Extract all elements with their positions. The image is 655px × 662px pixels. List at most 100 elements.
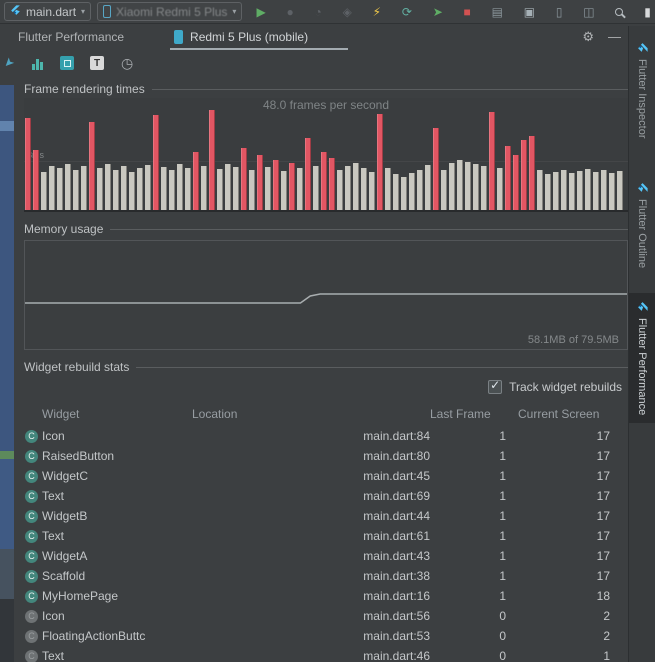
rebuild-table-body: C Icon main.dart:84 1 17 C RaisedButton … — [16, 426, 628, 662]
frame-bar — [473, 164, 479, 210]
cell-last-frame: 0 — [430, 609, 518, 623]
tab-device-label: Redmi 5 Plus (mobile) — [190, 30, 308, 44]
class-icon: C — [25, 430, 38, 443]
dock-tab-flutter-outline[interactable]: Flutter Outline — [629, 174, 655, 276]
class-icon: C — [25, 590, 38, 603]
flutter-icon — [10, 5, 21, 16]
device-manager-icon[interactable]: ▤ — [492, 6, 503, 18]
settings-gear-icon[interactable]: ⚙ — [582, 29, 594, 45]
track-rebuilds-checkbox[interactable] — [488, 380, 502, 394]
hot-restart-icon[interactable]: ⟳ — [402, 6, 412, 18]
cell-widget: WidgetA — [42, 549, 192, 563]
table-row[interactable]: C Text main.dart:61 1 17 — [16, 526, 628, 546]
hot-reload-icon[interactable]: ⚡ — [373, 6, 381, 18]
frame-bar — [257, 155, 263, 210]
class-icon: C — [25, 510, 38, 523]
coverage-icon[interactable]: ◈ — [343, 6, 352, 18]
frame-bar — [553, 172, 559, 210]
table-row[interactable]: C Text main.dart:46 0 1 — [16, 646, 628, 662]
device-mirror-icon[interactable]: ▯ — [556, 6, 563, 18]
cell-current-screen: 1 — [518, 649, 622, 662]
dock-tab-flutter-inspector[interactable]: Flutter Inspector — [629, 34, 655, 146]
frame-bar — [81, 166, 87, 210]
frame-bar — [529, 136, 535, 210]
frame-bar — [241, 148, 247, 210]
repaint-rainbow-icon[interactable] — [60, 56, 74, 70]
cell-location: main.dart:53 — [192, 629, 430, 643]
flutter-icon — [10, 5, 21, 19]
memory-section-title: Memory usage — [24, 222, 103, 236]
table-row[interactable]: C MyHomePage main.dart:16 1 18 — [16, 586, 628, 606]
tab-device[interactable]: Redmi 5 Plus (mobile) — [170, 24, 348, 50]
phone-icon — [103, 5, 111, 18]
strip-segment — [0, 549, 14, 599]
attach-debugger-icon[interactable]: ➤ — [433, 6, 443, 18]
time-dilation-icon[interactable]: ◷ — [120, 56, 134, 70]
frame-bars — [25, 110, 628, 210]
strip-segment — [0, 76, 14, 85]
frame-bar — [393, 174, 399, 210]
dock-tab-flutter-performance[interactable]: Flutter Performance — [629, 293, 655, 423]
cell-widget: Text — [42, 489, 192, 503]
strip-segment — [0, 85, 14, 121]
cell-last-frame: 1 — [430, 589, 518, 603]
run-icon[interactable]: ▶ — [256, 6, 265, 18]
cell-widget: Text — [42, 649, 192, 662]
table-row[interactable]: C WidgetB main.dart:44 1 17 — [16, 506, 628, 526]
frame-bar — [513, 155, 519, 210]
stop-icon[interactable]: ■ — [464, 6, 471, 18]
cell-location: main.dart:38 — [192, 569, 430, 583]
frame-bar — [145, 165, 151, 210]
frame-bar — [57, 168, 63, 210]
table-row[interactable]: C Icon main.dart:56 0 2 — [16, 606, 628, 626]
track-rebuilds-label[interactable]: Track widget rebuilds — [509, 380, 622, 394]
frame-bar — [385, 168, 391, 210]
table-row[interactable]: C FloatingActionButtc main.dart:53 0 2 — [16, 626, 628, 646]
header-location: Location — [192, 407, 430, 421]
table-row[interactable]: C Icon main.dart:84 1 17 — [16, 426, 628, 446]
paint-baselines-icon[interactable]: T — [90, 56, 104, 70]
performance-overlay-icon[interactable] — [30, 56, 44, 70]
frame-bar — [585, 169, 591, 210]
frame-bar — [537, 170, 543, 210]
debug-icon[interactable]: ● — [286, 6, 293, 18]
layout-inspector-icon[interactable]: ▣ — [524, 6, 535, 18]
profile-icon[interactable]: ◔ — [315, 6, 322, 18]
frame-bar — [73, 170, 79, 210]
frame-bar — [41, 172, 47, 210]
frame-bar — [89, 122, 95, 210]
table-row[interactable]: C WidgetA main.dart:43 1 17 — [16, 546, 628, 566]
frame-bar — [129, 172, 135, 210]
table-row[interactable]: C Text main.dart:69 1 17 — [16, 486, 628, 506]
collapse-arrow-icon[interactable]: ➤ — [1, 54, 18, 71]
frame-bar — [441, 170, 447, 210]
class-icon: C — [25, 530, 38, 543]
cell-widget: WidgetB — [42, 509, 192, 523]
frame-bar — [417, 170, 423, 210]
run-config-label: main.dart — [26, 5, 76, 19]
table-row[interactable]: C RaisedButton main.dart:80 1 17 — [16, 446, 628, 466]
table-row[interactable]: C Scaffold main.dart:38 1 17 — [16, 566, 628, 586]
search-icon[interactable] — [615, 6, 623, 18]
frame-bar — [105, 164, 111, 210]
frame-bar — [33, 150, 39, 210]
frame-bar — [345, 166, 351, 210]
frame-bar — [329, 158, 335, 210]
cell-last-frame: 1 — [430, 449, 518, 463]
class-icon: C — [25, 610, 38, 623]
frame-bar — [369, 172, 375, 210]
frame-bar — [185, 168, 191, 210]
resource-manager-icon[interactable]: ◫ — [583, 6, 594, 18]
frame-bar — [361, 168, 367, 210]
cell-location: main.dart:46 — [192, 649, 430, 662]
flutter-icon — [637, 42, 648, 53]
device-select[interactable]: Xiaomi Redmi 5 Plus ▾ — [97, 2, 242, 21]
notifications-icon[interactable]: ▮ — [644, 6, 651, 18]
active-tab-underline — [170, 48, 348, 50]
minimize-icon[interactable]: — — [608, 29, 621, 45]
main-toolbar: main.dart ▾ Xiaomi Redmi 5 Plus ▾ ▶ ● ◔ ◈ ⚡ ⟳… — [0, 0, 655, 24]
section-divider — [110, 229, 628, 230]
cell-location: main.dart:80 — [192, 449, 430, 463]
run-config-select[interactable]: main.dart ▾ — [4, 2, 91, 21]
table-row[interactable]: C WidgetC main.dart:45 1 17 — [16, 466, 628, 486]
